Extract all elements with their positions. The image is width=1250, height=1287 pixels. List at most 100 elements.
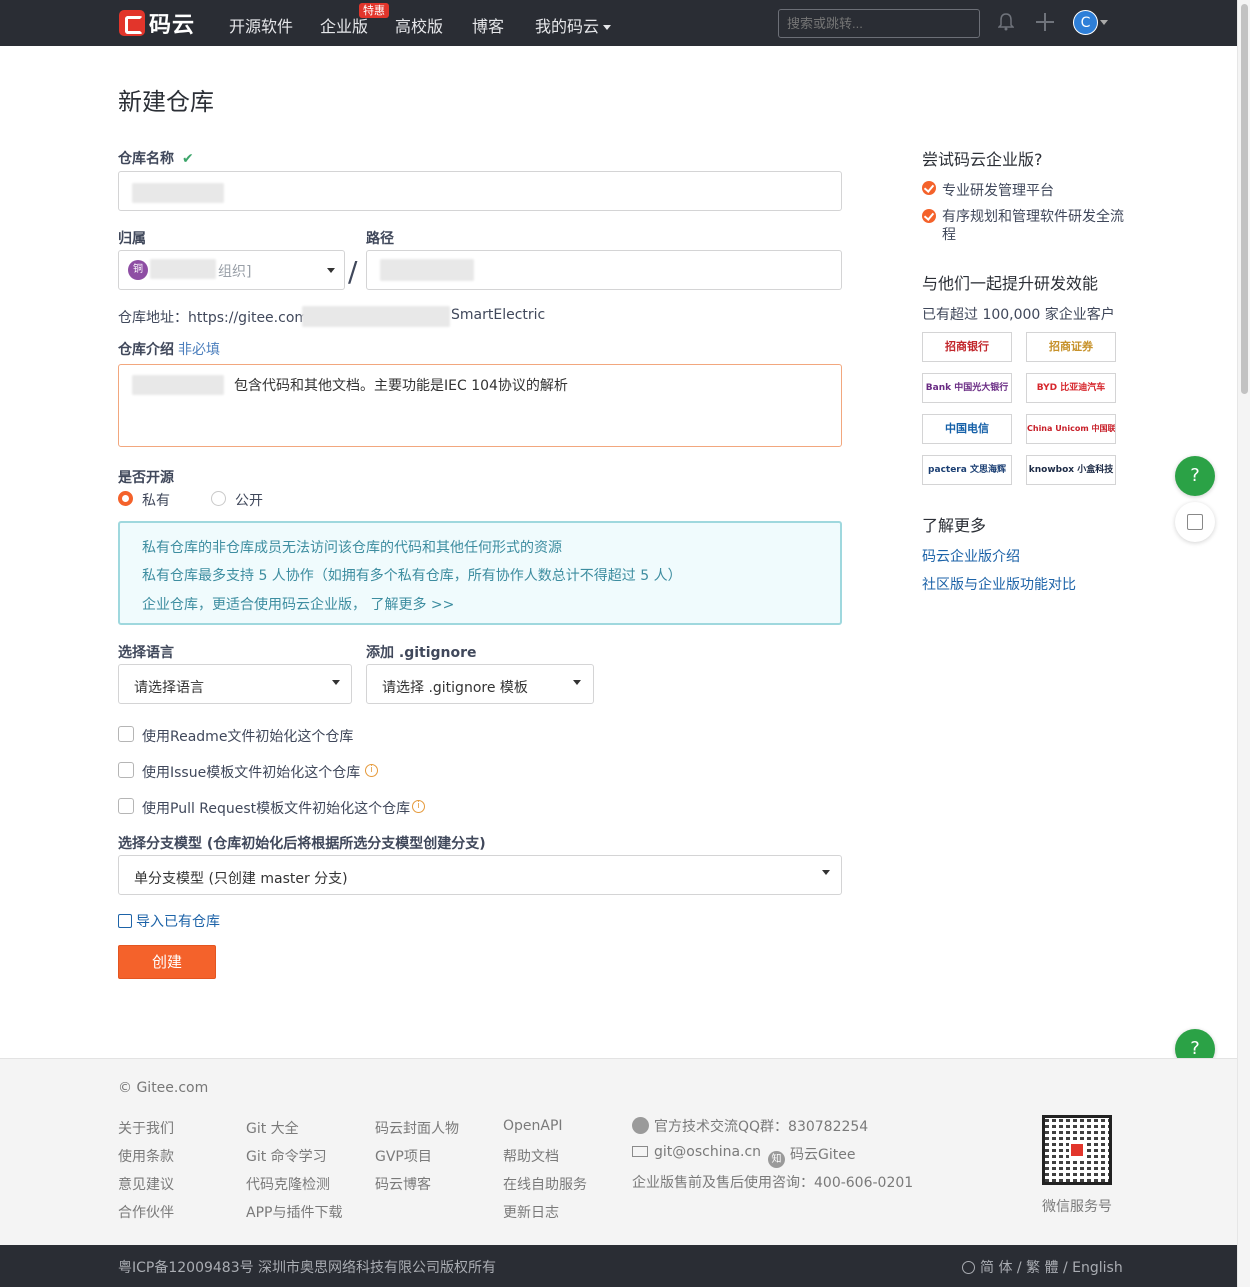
footer-link[interactable]: 代码克隆检测 — [246, 1174, 330, 1194]
benefit-item: 专业研发管理平台 — [942, 183, 1054, 199]
avatar[interactable]: C — [1073, 10, 1098, 35]
gitee-logo[interactable]: 码云 — [119, 10, 196, 38]
repo-name-label: 仓库名称 ✔ — [118, 148, 194, 168]
enterprise-phone: 企业版售前及售后使用咨询：400-606-0201 — [632, 1175, 914, 1191]
footer-link[interactable]: APP与插件下载 — [246, 1202, 342, 1222]
bell-icon[interactable] — [998, 13, 1014, 31]
notice-line: 私有仓库最多支持 5 人协作（如拥有多个私有仓库，所有协作人数总计不得超过 5 … — [142, 568, 682, 584]
repo-address-prefix: 仓库地址：https://gitee.com/ — [118, 310, 313, 326]
import-icon — [118, 914, 132, 928]
benefit-item: 有序规划和管理软件研发全流程 — [942, 209, 1124, 243]
description-text: 包含代码和其他文档。主要功能是IEC 104协议的解析 — [234, 378, 568, 394]
optional-hint: 非必填 — [178, 342, 220, 358]
owner-avatar: 铜 — [128, 260, 148, 280]
path-label: 路径 — [366, 231, 394, 247]
radio-private[interactable] — [118, 491, 133, 506]
scrollbar[interactable] — [1237, 0, 1250, 1287]
zhihu-text: 码云Gitee — [790, 1147, 856, 1163]
footer-link[interactable]: Git 大全 — [246, 1118, 299, 1138]
owner-suffix: 组织] — [218, 264, 252, 280]
language-label: 选择语言 — [118, 645, 174, 661]
footer-link[interactable]: 码云封面人物 — [375, 1118, 459, 1138]
check-circle-icon — [922, 209, 936, 223]
path-separator: / — [348, 255, 358, 288]
issue-template-checkbox-label[interactable]: 使用Issue模板文件初始化这个仓库 — [142, 762, 360, 782]
qr-logo-icon — [1069, 1142, 1085, 1158]
info-icon[interactable]: i — [365, 764, 378, 777]
chevron-down-icon — [327, 268, 335, 273]
radio-public[interactable] — [211, 491, 226, 506]
chevron-down-icon — [573, 680, 581, 685]
info-icon[interactable]: i — [412, 800, 425, 813]
zhihu-icon: 知 — [768, 1151, 785, 1168]
nav-blog[interactable]: 博客 — [472, 13, 504, 37]
repo-name-input[interactable] — [118, 171, 842, 211]
copyright: © Gitee.com — [118, 1080, 209, 1096]
chevron-down-icon[interactable] — [1100, 20, 1108, 25]
edition-compare-link[interactable]: 社区版与企业版功能对比 — [922, 574, 1076, 594]
redacted-owner-name — [150, 259, 216, 279]
nav-open-source[interactable]: 开源软件 — [229, 13, 293, 37]
contact-email[interactable]: git@oschina.cn — [632, 1144, 761, 1160]
gitignore-label: 添加 .gitignore — [366, 645, 477, 661]
notice-line: 私有仓库的非仓库成员无法访问该仓库的代码和其他任何形式的资源 — [142, 540, 562, 556]
footer-link[interactable]: 帮助文档 — [503, 1146, 559, 1166]
pr-template-checkbox-label[interactable]: 使用Pull Request模板文件初始化这个仓库 — [142, 798, 410, 818]
import-repo-link[interactable]: 导入已有仓库 — [118, 911, 220, 931]
nav-my-gitee[interactable]: 我的码云 — [535, 13, 612, 37]
radio-private-label[interactable]: 私有 — [142, 490, 170, 510]
footer-link[interactable]: 更新日志 — [503, 1202, 559, 1222]
footer-link[interactable]: 关于我们 — [118, 1118, 174, 1138]
branch-model-select[interactable]: 单分支模型 (只创建 master 分支) — [118, 855, 842, 895]
zhihu-link[interactable]: 知码云Gitee — [768, 1144, 855, 1168]
footer-link[interactable]: Git 命令学习 — [246, 1146, 327, 1166]
pr-template-checkbox[interactable] — [118, 798, 134, 814]
redacted-address — [302, 306, 450, 327]
footer-link[interactable]: GVP项目 — [375, 1146, 432, 1166]
notice-learn-more-link[interactable]: 企业仓库，更适合使用码云企业版， 了解更多 >> — [142, 594, 454, 614]
language-options[interactable]: 简 体 / 繁 體 / English — [980, 1260, 1123, 1276]
description-label: 仓库介绍 非必填 — [118, 339, 220, 359]
learn-more-heading: 了解更多 — [922, 516, 987, 535]
footer-link[interactable]: 意见建议 — [118, 1174, 174, 1194]
open-source-label: 是否开源 — [118, 470, 174, 486]
enterprise-intro-link[interactable]: 码云企业版介绍 — [922, 546, 1020, 566]
search-input[interactable] — [778, 9, 980, 38]
share-button[interactable] — [1175, 502, 1215, 542]
client-logo: 招商证券 — [1026, 332, 1116, 362]
language-select-value: 请选择语言 — [134, 680, 204, 696]
qq-group: 官方技术交流QQ群：830782254 — [632, 1116, 868, 1136]
issue-template-checkbox[interactable] — [118, 762, 134, 778]
redacted-description — [132, 375, 224, 395]
footer-link[interactable]: 合作伙伴 — [118, 1202, 174, 1222]
client-logo: China Unicom 中国联通 — [1026, 414, 1116, 444]
footer-link[interactable]: 码云博客 — [375, 1174, 431, 1194]
radio-public-label[interactable]: 公开 — [235, 490, 263, 510]
globe-icon — [962, 1261, 975, 1274]
footer-link[interactable]: 使用条款 — [118, 1146, 174, 1166]
chevron-down-icon — [603, 25, 612, 30]
readme-checkbox[interactable] — [118, 726, 134, 742]
import-repo-label: 导入已有仓库 — [136, 914, 220, 930]
client-logo: 招商银行 — [922, 332, 1012, 362]
create-button[interactable]: 创建 — [118, 945, 216, 979]
footer-link[interactable]: 在线自助服务 — [503, 1174, 587, 1194]
nav-university[interactable]: 高校版 — [395, 13, 443, 37]
logo-icon — [119, 10, 145, 36]
nav-my-gitee-label: 我的码云 — [535, 17, 600, 36]
readme-checkbox-label[interactable]: 使用Readme文件初始化这个仓库 — [142, 726, 353, 746]
redacted-repo-name — [132, 183, 224, 203]
plus-icon[interactable] — [1036, 13, 1054, 31]
customers-count: 已有超过 100,000 家企业客户 — [922, 307, 1115, 323]
language-switcher[interactable]: 简 体 / 繁 體 / English — [962, 1257, 1123, 1277]
check-icon: ✔ — [182, 151, 194, 167]
gitignore-select-value: 请选择 .gitignore 模板 — [382, 680, 528, 696]
footer-link[interactable]: OpenAPI — [503, 1118, 563, 1134]
check-circle-icon — [922, 181, 936, 195]
owner-label: 归属 — [118, 231, 146, 247]
gitignore-select[interactable]: 请选择 .gitignore 模板 — [366, 664, 594, 704]
language-select[interactable]: 请选择语言 — [118, 664, 352, 704]
scrollbar-thumb[interactable] — [1241, 4, 1248, 394]
help-button[interactable]: ? — [1175, 456, 1215, 496]
logo-text: 码云 — [149, 13, 196, 38]
